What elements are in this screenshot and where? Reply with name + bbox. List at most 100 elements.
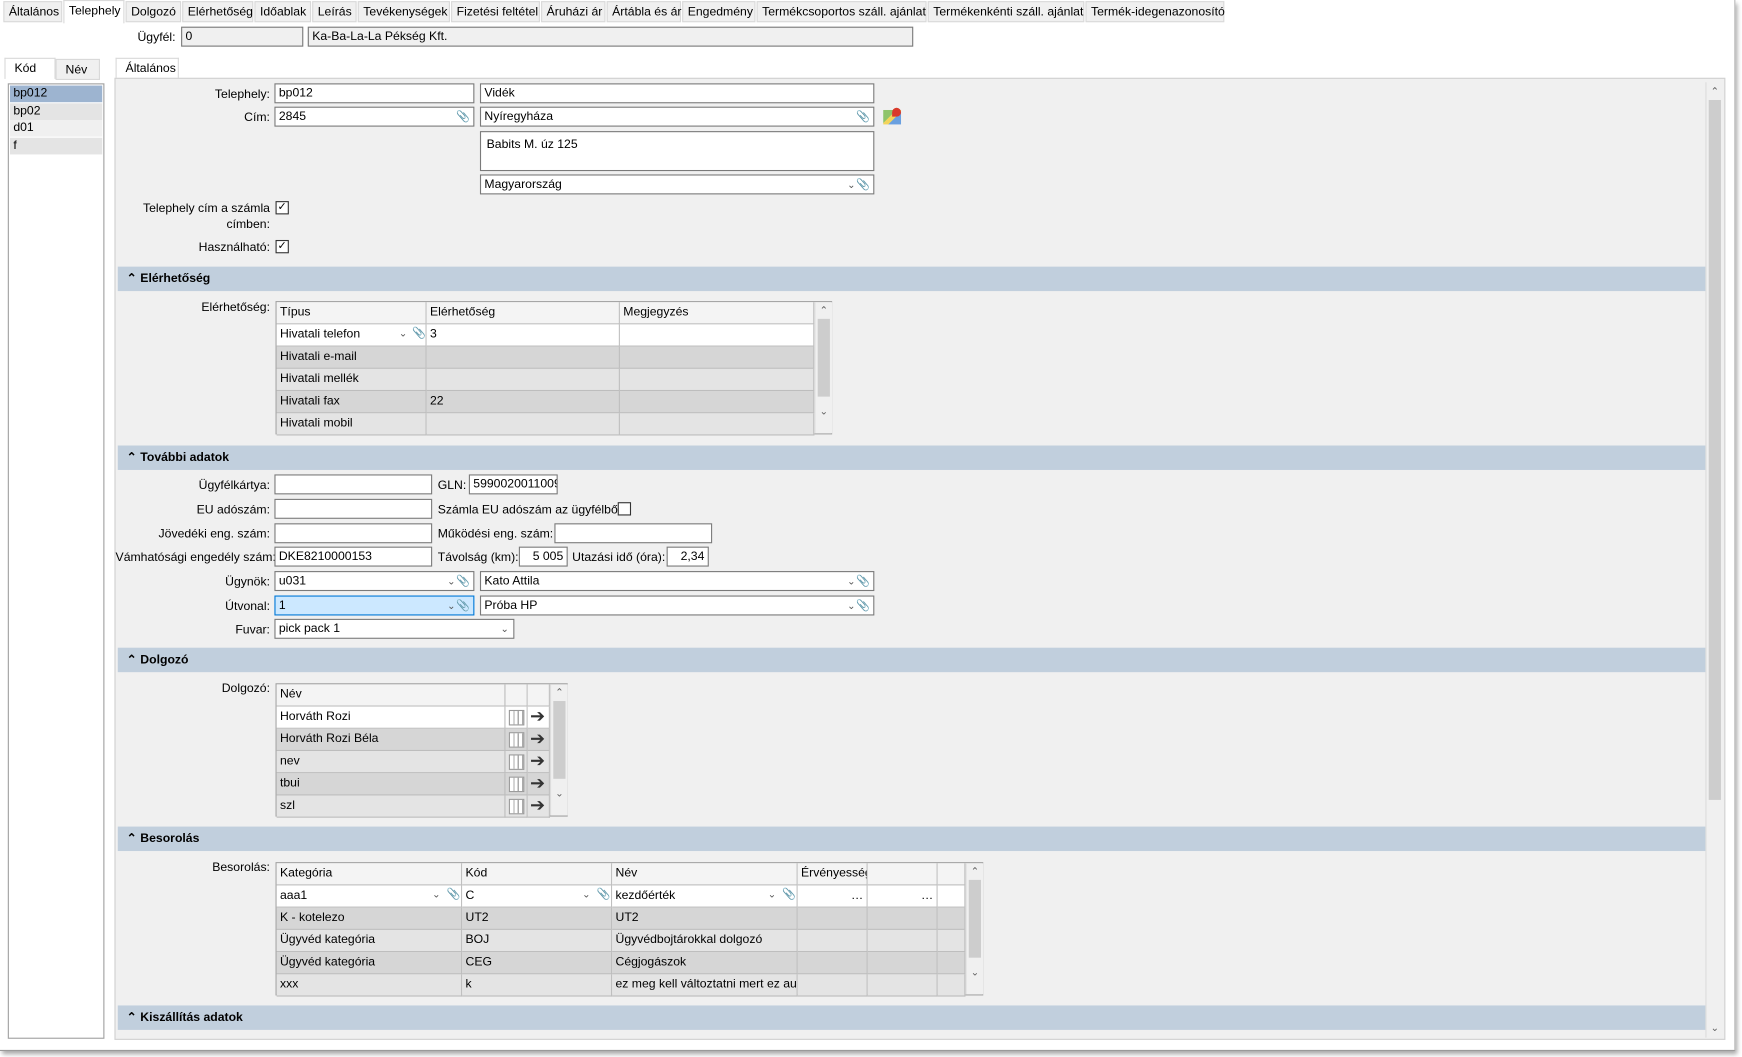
table-cell[interactable] [797,929,868,953]
paperclip-icon[interactable]: 📎 [856,109,870,126]
site-code-field[interactable]: bp012 [274,83,475,104]
chevron-down-icon[interactable]: ⌄ [500,620,508,638]
column-header[interactable] [867,863,938,886]
agent-name-select[interactable]: Kato Attila ⌄ 📎 [479,571,875,592]
section-contact[interactable]: ⌃ Elérhetőség [117,266,1706,292]
table-cell[interactable]: Cégjogászok [612,952,798,975]
list-item[interactable]: f [9,137,103,154]
arrow-right-icon[interactable]: ➔ [530,708,545,727]
table-cell[interactable]: tbui [276,773,506,796]
chevron-down-icon[interactable]: ⌄ [447,597,455,615]
table-cell[interactable]: UT2 [462,907,613,930]
table-cell[interactable] [867,929,938,953]
scroll-up-icon[interactable]: ⌃ [551,687,568,699]
grid-icon[interactable] [508,776,525,793]
table-cell[interactable]: Horváth Rozi [276,706,506,729]
scroll-thumb[interactable] [1708,99,1721,800]
scroll-down-icon[interactable]: ⌄ [815,406,832,418]
table-cell[interactable]: 22 [426,391,620,414]
table-cell[interactable]: ez meg kell változtatni mert ez aut [612,974,798,997]
column-header[interactable]: Név [276,684,506,707]
chevron-down-icon[interactable]: ⌄ [768,889,776,901]
table-cell[interactable] [867,974,938,997]
paperclip-icon[interactable]: 📎 [456,573,470,590]
table-scrollbar[interactable]: ⌃ ⌄ [549,684,568,816]
table-cell[interactable]: UT2 [612,907,798,930]
usable-checkbox[interactable]: ✓ [275,239,289,254]
table-cell[interactable] [937,952,966,975]
paperclip-icon[interactable]: 📎 [856,573,870,590]
customs-field[interactable]: DKE8210000153 [274,546,433,567]
invoice-address-checkbox[interactable]: ✓ [275,201,289,215]
section-more[interactable]: ⌃ További adatok [117,445,1706,470]
table-cell[interactable]: 3 [426,324,620,347]
table-cell[interactable]: Ügyvédbojtárokkal dolgozó [612,929,798,953]
column-header[interactable]: Elérhetőség [426,302,620,325]
list-item[interactable]: bp012 [9,85,103,103]
table-cell[interactable] [797,952,868,975]
route-code-select[interactable]: 1 ⌄ 📎 [274,595,475,616]
table-cell[interactable] [867,907,938,930]
top-tab[interactable]: Általános [3,1,63,23]
grid-icon[interactable] [508,732,525,748]
table-cell[interactable]: k [462,974,613,997]
column-header[interactable]: Kód [462,863,613,886]
street-field[interactable]: Babits M. úz 125 [479,131,875,172]
scroll-thumb[interactable] [968,879,982,958]
table-cell[interactable] [619,324,815,347]
site-name-field[interactable]: Vidék [479,83,875,104]
table-cell[interactable] [426,413,620,436]
grid-icon[interactable] [508,754,525,770]
column-header[interactable]: Típus [276,302,427,325]
table-cell[interactable]: Hivatali e-mail [276,346,427,369]
top-tab[interactable]: Telephely [63,0,125,24]
paperclip-icon[interactable]: 📎 [456,598,470,615]
customer-code-field[interactable]: 0 [181,26,304,47]
main-scrollbar[interactable]: ⌃ ⌄ [1705,82,1724,1038]
chevron-down-icon[interactable]: ⌄ [447,572,455,590]
list-item[interactable]: bp02 [9,102,103,120]
paperclip-icon[interactable]: 📎 [456,109,470,126]
customer-name-field[interactable]: Ka-Ba-La-La Pékség Kft. [307,26,914,47]
table-cell[interactable]: Hivatali mellék [276,368,427,392]
list-item[interactable]: d01 [9,119,103,137]
table-cell[interactable] [937,885,966,908]
chevron-down-icon[interactable]: ⌄ [582,889,590,901]
top-tab[interactable]: Áruházi ár [541,1,606,23]
arrow-right-icon[interactable]: ➔ [530,753,545,771]
operating-field[interactable] [554,523,713,544]
table-cell[interactable] [867,952,938,975]
table-scrollbar[interactable]: ⌃ ⌄ [965,863,984,995]
gln-field[interactable]: 5990020011009 [468,474,558,495]
agent-code-select[interactable]: u031 ⌄ 📎 [274,571,475,592]
table-cell[interactable]: szl [276,795,506,818]
table-cell[interactable]: … [867,885,938,908]
paperclip-icon[interactable]: 📎 [856,598,870,615]
table-cell[interactable]: Ügyvéd kategória [276,952,463,975]
arrow-right-icon[interactable]: ➔ [530,775,545,793]
city-field[interactable]: Nyíregyháza 📎 [479,106,875,127]
table-cell[interactable] [797,974,868,997]
tab-nev[interactable]: Név [55,58,100,80]
table-cell[interactable]: BOJ [462,929,613,953]
table-cell[interactable]: Horváth Rozi Béla [276,728,506,752]
arrow-right-icon[interactable]: ➔ [530,730,545,749]
chevron-down-icon[interactable]: ⌄ [432,889,440,901]
top-tab[interactable]: Termékcsoportos száll. ajánlat [756,1,927,23]
excise-field[interactable] [274,523,433,544]
top-tab[interactable]: Engedmény [682,1,756,23]
tab-altalanos[interactable]: Általános [115,57,179,79]
route-name-select[interactable]: Próba HP ⌄ 📎 [479,595,875,616]
top-tab[interactable]: Termékenkénti száll. ajánlat [927,1,1085,23]
arrow-right-icon[interactable]: ➔ [530,797,545,816]
section-delivery[interactable]: ⌃ Kiszállítás adatok [117,1005,1706,1030]
top-tab[interactable]: Fizetési feltétel [451,1,540,23]
top-tab[interactable]: Dolgozó [125,1,182,23]
eu-from-customer-checkbox[interactable] [617,502,632,516]
grid-icon[interactable] [508,709,525,726]
distance-field[interactable]: 5 005 [518,546,568,567]
paperclip-icon[interactable]: 📎 [412,328,426,340]
table-cell[interactable]: K - kotelezo [276,907,463,930]
table-cell[interactable]: xxx [276,974,463,997]
top-tab[interactable]: Időablak [254,1,312,23]
